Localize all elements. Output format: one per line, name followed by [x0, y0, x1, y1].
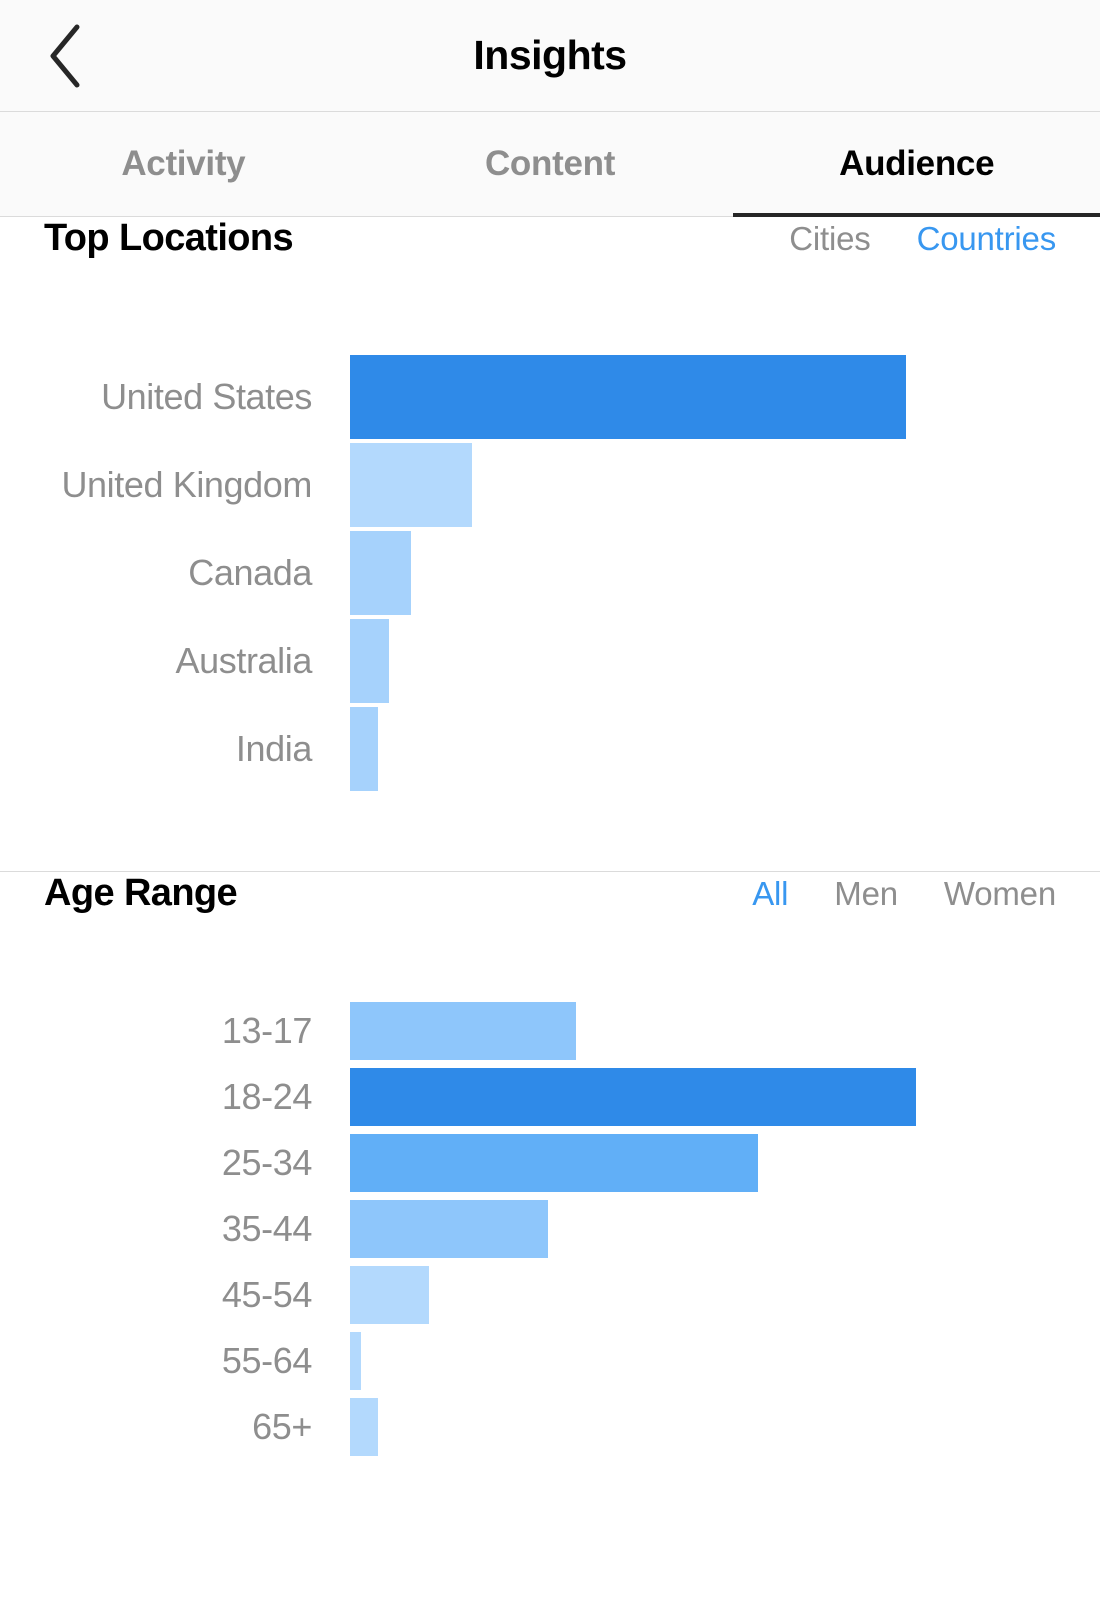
bar-row: 25-34	[0, 1130, 1100, 1196]
bar-track	[350, 619, 1100, 703]
bar-category-label: 45-54	[221, 1274, 312, 1315]
chevron-left-icon	[43, 21, 87, 91]
bar-category-label: 18-24	[221, 1076, 312, 1117]
bar-track	[350, 443, 1100, 527]
bar-category-label: 55-64	[221, 1340, 312, 1381]
bar-fill	[350, 1068, 916, 1126]
bar-category-label: United States	[101, 376, 312, 417]
bar-row: 13-17	[0, 998, 1100, 1064]
bar-track	[350, 355, 1100, 439]
bar-track	[350, 1068, 1100, 1126]
segment-cities[interactable]: Cities	[789, 220, 871, 258]
bar-fill	[350, 1002, 577, 1060]
bar-track	[350, 1200, 1100, 1258]
age-range-header: Age Range All Men Women	[0, 872, 1100, 980]
bar-category-label: Canada	[188, 552, 312, 593]
bar-track	[350, 1134, 1100, 1192]
bar-row: United States	[0, 353, 1100, 441]
bar-row: India	[0, 705, 1100, 793]
age-range-title: Age Range	[44, 872, 238, 914]
bar-category-label: 13-17	[221, 1010, 312, 1051]
bar-category-label: 65+	[252, 1406, 312, 1447]
bar-track	[350, 531, 1100, 615]
bar-fill	[350, 1200, 549, 1258]
tab-content[interactable]: Content	[367, 112, 734, 216]
bar-fill	[350, 707, 378, 791]
bar-fill	[350, 531, 412, 615]
bar-track	[350, 707, 1100, 791]
segment-countries[interactable]: Countries	[917, 220, 1057, 258]
bar-row: United Kingdom	[0, 441, 1100, 529]
back-button[interactable]	[30, 21, 100, 91]
navigation-bar: Insights	[0, 0, 1100, 112]
segment-men[interactable]: Men	[834, 875, 898, 913]
top-locations-chart: United States United Kingdom Canada Austral…	[0, 325, 1100, 871]
bar-fill	[350, 619, 389, 703]
bar-track	[350, 1266, 1100, 1324]
bar-fill	[350, 1398, 379, 1456]
bar-row: 45-54	[0, 1262, 1100, 1328]
locations-segmented-control: Cities Countries	[789, 220, 1056, 258]
page-title: Insights	[473, 32, 627, 78]
bar-row: Canada	[0, 529, 1100, 617]
tab-audience[interactable]: Audience	[733, 112, 1100, 217]
age-range-chart: 13-17 18-24 25-34 35-44 45-54 55-64 65+	[0, 980, 1100, 1460]
bar-category-label: Australia	[175, 640, 313, 681]
bar-track	[350, 1398, 1100, 1456]
age-segmented-control: All Men Women	[752, 875, 1056, 913]
bar-row: 35-44	[0, 1196, 1100, 1262]
top-locations-section: Top Locations Cities Countries United St…	[0, 217, 1100, 871]
bar-fill	[350, 443, 473, 527]
tab-activity[interactable]: Activity	[0, 112, 367, 216]
bar-fill	[350, 1332, 362, 1390]
segment-women[interactable]: Women	[944, 875, 1056, 913]
bar-row: Australia	[0, 617, 1100, 705]
bar-row: 18-24	[0, 1064, 1100, 1130]
top-locations-header: Top Locations Cities Countries	[0, 217, 1100, 325]
bar-fill	[350, 355, 906, 439]
bar-row: 65+	[0, 1394, 1100, 1460]
bar-track	[350, 1332, 1100, 1390]
bar-fill	[350, 1134, 758, 1192]
bar-category-label: 35-44	[221, 1208, 312, 1249]
bar-category-label: 25-34	[221, 1142, 312, 1183]
bar-fill	[350, 1266, 430, 1324]
bar-track	[350, 1002, 1100, 1060]
bar-category-label: India	[235, 728, 312, 769]
insights-screen: Insights Activity Content Audience Top L…	[0, 0, 1100, 1600]
bar-row: 55-64	[0, 1328, 1100, 1394]
top-locations-title: Top Locations	[44, 217, 294, 259]
segment-all[interactable]: All	[752, 875, 788, 913]
age-range-section: Age Range All Men Women 13-17 18-24 25-34 3…	[0, 872, 1100, 1460]
bar-category-label: United Kingdom	[61, 464, 312, 505]
tab-bar: Activity Content Audience	[0, 112, 1100, 217]
